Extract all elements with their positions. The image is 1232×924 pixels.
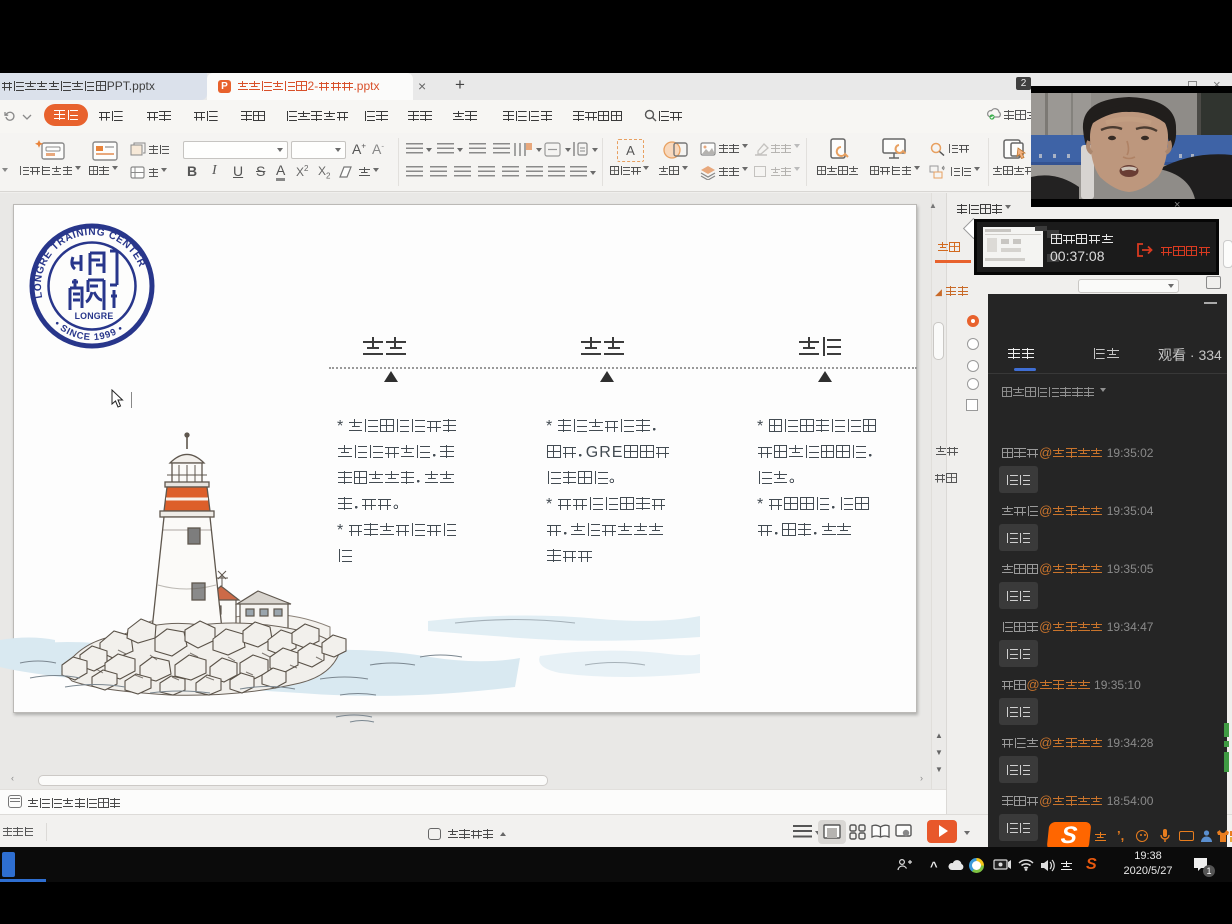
svg-text:LONGRE: LONGRE (75, 311, 114, 321)
